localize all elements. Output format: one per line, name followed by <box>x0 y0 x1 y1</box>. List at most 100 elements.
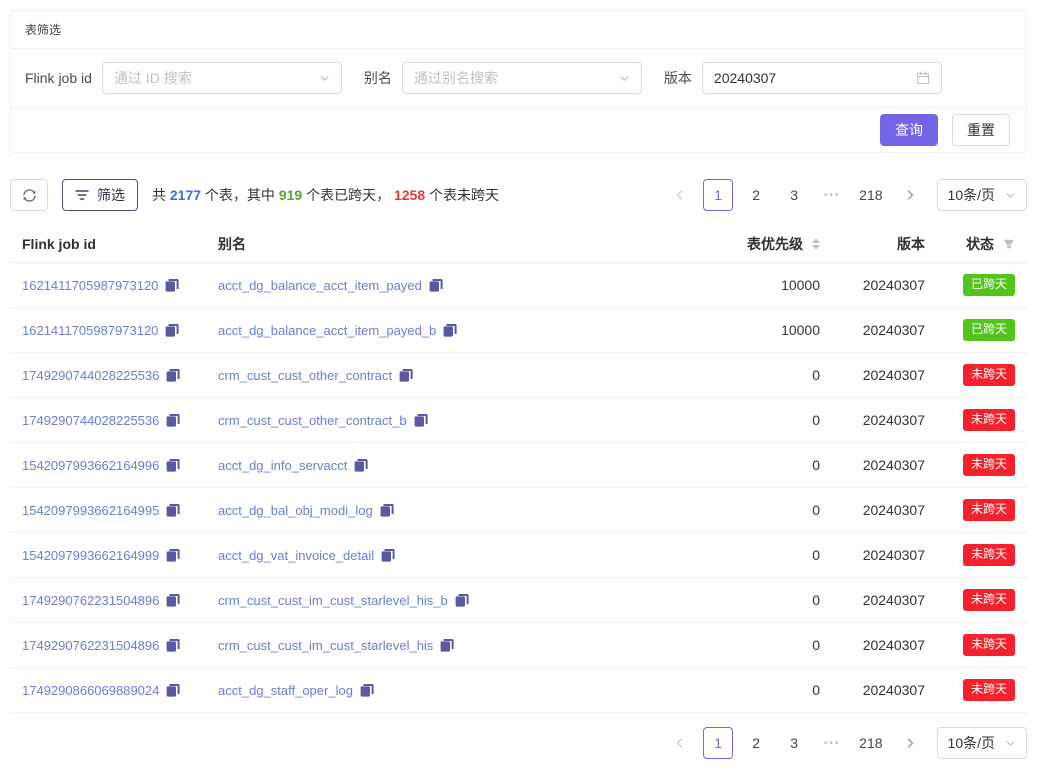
flink-job-id-select[interactable]: 通过 ID 搜索 <box>102 62 342 94</box>
header-priority[interactable]: 表优先级 <box>682 234 832 254</box>
pagination-page-3[interactable]: 3 <box>779 727 809 759</box>
row-version: 20240307 <box>832 277 937 293</box>
status-badge: 未跨天 <box>963 364 1015 386</box>
copy-icon-glyph <box>166 593 180 607</box>
sorter-icon[interactable] <box>812 238 820 250</box>
pagination-page-2[interactable]: 2 <box>741 179 771 211</box>
row-alias-link[interactable]: acct_dg_vat_invoice_detail <box>218 548 374 563</box>
status-badge: 未跨天 <box>963 499 1015 521</box>
copy-icon[interactable] <box>380 503 394 517</box>
copy-icon[interactable] <box>166 503 180 517</box>
row-alias-link[interactable]: acct_dg_info_servacct <box>218 458 347 473</box>
copy-icon-glyph <box>165 323 179 337</box>
table-header-row: Flink job id 别名 表优先级 版本 状态 <box>10 225 1027 263</box>
row-flink-job-id-link[interactable]: 1542097993662164996 <box>22 458 159 473</box>
pagination-ellipsis[interactable]: ••• <box>817 179 847 211</box>
row-alias-link[interactable]: crm_cust_cust_other_contract <box>218 368 392 383</box>
page-size-select[interactable]: 10条/页 <box>937 727 1027 759</box>
copy-icon[interactable] <box>166 413 180 427</box>
status-badge: 已跨天 <box>963 319 1015 341</box>
pagination-page-1[interactable]: 1 <box>703 727 733 759</box>
row-priority: 0 <box>682 457 832 473</box>
copy-icon[interactable] <box>399 368 413 382</box>
copy-icon[interactable] <box>354 458 368 472</box>
row-alias-link[interactable]: crm_cust_cust_other_contract_b <box>218 413 407 428</box>
pagination-bottom: 1 2 3 ••• 218 10条/页 <box>665 727 1027 759</box>
table-row: 1542097993662164999 acct_dg_vat_invoice_… <box>10 533 1027 578</box>
table-row: 1621411705987973120 acct_dg_balance_acct… <box>10 308 1027 353</box>
table-row: 1749290744028225536 crm_cust_cust_other_… <box>10 353 1027 398</box>
copy-icon[interactable] <box>166 458 180 472</box>
copy-icon[interactable] <box>414 413 428 427</box>
page-size-select[interactable]: 10条/页 <box>937 179 1027 211</box>
pagination-page-1[interactable]: 1 <box>703 179 733 211</box>
pagination-next-button[interactable] <box>895 179 925 211</box>
refresh-button[interactable] <box>10 179 48 211</box>
copy-icon[interactable] <box>166 548 180 562</box>
filter-item-version: 版本 20240307 <box>664 62 942 94</box>
copy-icon[interactable] <box>166 638 180 652</box>
row-flink-job-id-link[interactable]: 1542097993662164995 <box>22 503 159 518</box>
pagination-ellipsis[interactable]: ••• <box>817 727 847 759</box>
copy-icon[interactable] <box>166 683 180 697</box>
row-alias-link[interactable]: acct_dg_balance_acct_item_payed_b <box>218 323 436 338</box>
table-row: 1749290744028225536 crm_cust_cust_other_… <box>10 398 1027 443</box>
row-flink-job-id-link[interactable]: 1542097993662164999 <box>22 548 159 563</box>
reset-button[interactable]: 重置 <box>952 114 1010 146</box>
version-date-input[interactable]: 20240307 <box>702 62 942 94</box>
copy-icon-glyph <box>429 278 443 292</box>
copy-icon-glyph <box>166 638 180 652</box>
table-toolbar: 筛选 共 2177 个表，其中 919 个表已跨天， 1258 个表未跨天 1 … <box>10 179 1027 211</box>
filter-button[interactable]: 筛选 <box>62 179 138 211</box>
row-alias-link[interactable]: acct_dg_staff_oper_log <box>218 683 353 698</box>
copy-icon[interactable] <box>381 548 395 562</box>
copy-icon[interactable] <box>440 638 454 652</box>
pagination-top: 1 2 3 ••• 218 10条/页 <box>665 179 1027 211</box>
row-alias-link[interactable]: crm_cust_cust_im_cust_starlevel_his <box>218 638 433 653</box>
row-alias-link[interactable]: acct_dg_bal_obj_modi_log <box>218 503 373 518</box>
copy-icon-glyph <box>443 323 457 337</box>
row-flink-job-id-link[interactable]: 1749290762231504896 <box>22 593 159 608</box>
row-priority: 0 <box>682 637 832 653</box>
table-row: 1542097993662164996 acct_dg_info_servacc… <box>10 443 1027 488</box>
pagination-page-2[interactable]: 2 <box>741 727 771 759</box>
row-alias-link[interactable]: crm_cust_cust_im_cust_starlevel_his_b <box>218 593 448 608</box>
alias-placeholder: 通过别名搜索 <box>414 68 498 88</box>
row-flink-job-id-link[interactable]: 1749290762231504896 <box>22 638 159 653</box>
pagination-prev-button[interactable] <box>665 727 695 759</box>
filter-funnel-icon[interactable] <box>1003 238 1015 250</box>
row-flink-job-id-link[interactable]: 1749290866069889024 <box>22 683 159 698</box>
page-size-value: 10条/页 <box>948 185 995 205</box>
row-flink-job-id-link[interactable]: 1749290744028225536 <box>22 413 159 428</box>
row-flink-job-id-link[interactable]: 1749290744028225536 <box>22 368 159 383</box>
row-priority: 0 <box>682 592 832 608</box>
copy-icon[interactable] <box>443 323 457 337</box>
status-badge: 未跨天 <box>963 589 1015 611</box>
copy-icon[interactable] <box>429 278 443 292</box>
row-alias-link[interactable]: acct_dg_balance_acct_item_payed <box>218 278 422 293</box>
header-version: 版本 <box>832 234 937 254</box>
pagination-next-button[interactable] <box>895 727 925 759</box>
pagination-prev-button[interactable] <box>665 179 695 211</box>
copy-icon[interactable] <box>166 368 180 382</box>
page-size-value: 10条/页 <box>948 733 995 753</box>
chevron-down-icon <box>1005 738 1016 749</box>
summary-part2: 个表，其中 <box>201 187 279 203</box>
alias-select[interactable]: 通过别名搜索 <box>402 62 642 94</box>
row-priority: 0 <box>682 367 832 383</box>
header-priority-label: 表优先级 <box>747 234 803 254</box>
row-flink-job-id-link[interactable]: 1621411705987973120 <box>22 278 158 293</box>
query-button[interactable]: 查询 <box>880 114 938 146</box>
row-flink-job-id-link[interactable]: 1621411705987973120 <box>22 323 158 338</box>
copy-icon[interactable] <box>166 593 180 607</box>
copy-icon-glyph <box>440 638 454 652</box>
copy-icon[interactable] <box>165 278 179 292</box>
copy-icon[interactable] <box>455 593 469 607</box>
pagination-page-last[interactable]: 218 <box>855 727 886 759</box>
copy-icon[interactable] <box>165 323 179 337</box>
summary-crossed-count: 919 <box>279 187 302 203</box>
pagination-page-last[interactable]: 218 <box>855 179 886 211</box>
filter-item-alias: 别名 通过别名搜索 <box>364 62 642 94</box>
pagination-page-3[interactable]: 3 <box>779 179 809 211</box>
copy-icon[interactable] <box>360 683 374 697</box>
